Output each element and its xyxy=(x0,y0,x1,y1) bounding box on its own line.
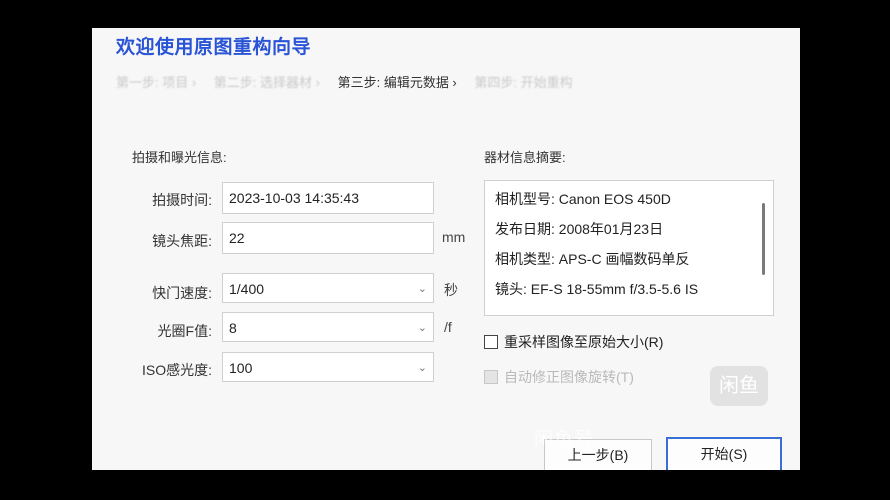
equipment-summary-box[interactable]: 相机型号: Canon EOS 450D 发布日期: 2008年01月23日 相… xyxy=(484,180,774,316)
step-4[interactable]: 第四步: 开始重构 xyxy=(474,75,572,90)
exposure-section-heading: 拍摄和曝光信息: xyxy=(132,150,227,165)
autorotate-label: 自动修正图像旋转(T) xyxy=(504,369,634,385)
chevron-down-icon: ⌄ xyxy=(417,322,427,334)
wizard-dialog: 欢迎使用原图重构向导 第一步: 项目 › 第二步: 选择器材 › 第三步: 编辑… xyxy=(92,28,800,470)
chevron-down-icon: ⌄ xyxy=(417,283,427,295)
equipment-summary-heading: 器材信息摘要: xyxy=(484,150,566,165)
aperture-value: 8 xyxy=(229,320,237,336)
summary-line-lens: 镜头: EF-S 18-55mm f/3.5-5.6 IS xyxy=(495,281,699,297)
resample-checkbox[interactable]: 重采样图像至原始大小(R) xyxy=(484,332,663,352)
iso-value: 100 xyxy=(229,360,253,376)
summary-scrollbar[interactable] xyxy=(762,203,765,275)
shutter-speed-label: 快门速度: xyxy=(152,285,212,301)
shutter-speed-value: 1/400 xyxy=(229,281,265,297)
focal-length-label: 镜头焦距: xyxy=(152,233,212,249)
checkbox-square xyxy=(484,370,498,384)
step-1[interactable]: 第一步: 项目 › xyxy=(116,75,196,90)
autorotate-checkbox: 自动修正图像旋转(T) xyxy=(484,367,634,387)
focal-length-field[interactable] xyxy=(222,222,434,254)
summary-line-camera-model: 相机型号: Canon EOS 450D xyxy=(495,191,671,207)
summary-line-camera-type: 相机类型: APS-C 画幅数码单反 xyxy=(495,251,690,267)
aperture-label: 光圈F值: xyxy=(157,323,212,339)
iso-label: ISO感光度: xyxy=(141,362,212,378)
shutter-speed-unit: 秒 xyxy=(444,282,458,298)
aperture-select[interactable]: 8 ⌄ xyxy=(222,312,434,342)
checkbox-square xyxy=(484,335,498,349)
shoot-time-label: 拍摄时间: xyxy=(152,192,212,208)
watermark-text: 闲鱼号 xyxy=(534,429,595,450)
focal-length-input[interactable] xyxy=(229,223,427,253)
start-button[interactable]: 开始(S) xyxy=(666,437,782,470)
wizard-title: 欢迎使用原图重构向导 xyxy=(116,37,312,58)
aperture-unit: /f xyxy=(444,319,452,335)
iso-select[interactable]: 100 ⌄ xyxy=(222,352,434,382)
step-2[interactable]: 第二步: 选择器材 › xyxy=(214,75,320,90)
summary-line-release-date: 发布日期: 2008年01月23日 xyxy=(495,221,664,237)
chevron-down-icon: ⌄ xyxy=(417,362,427,374)
shoot-time-input[interactable] xyxy=(229,183,427,213)
step-3-current: 第三步: 编辑元数据 › xyxy=(337,75,457,90)
focal-length-unit: mm xyxy=(442,229,466,245)
shutter-speed-select[interactable]: 1/400 ⌄ xyxy=(222,273,434,303)
shoot-time-field[interactable] xyxy=(222,182,434,214)
step-breadcrumb: 第一步: 项目 › 第二步: 选择器材 › 第三步: 编辑元数据 › 第四步: … xyxy=(116,72,587,91)
resample-label: 重采样图像至原始大小(R) xyxy=(504,334,664,350)
watermark-badge: 闲鱼 xyxy=(710,366,768,406)
